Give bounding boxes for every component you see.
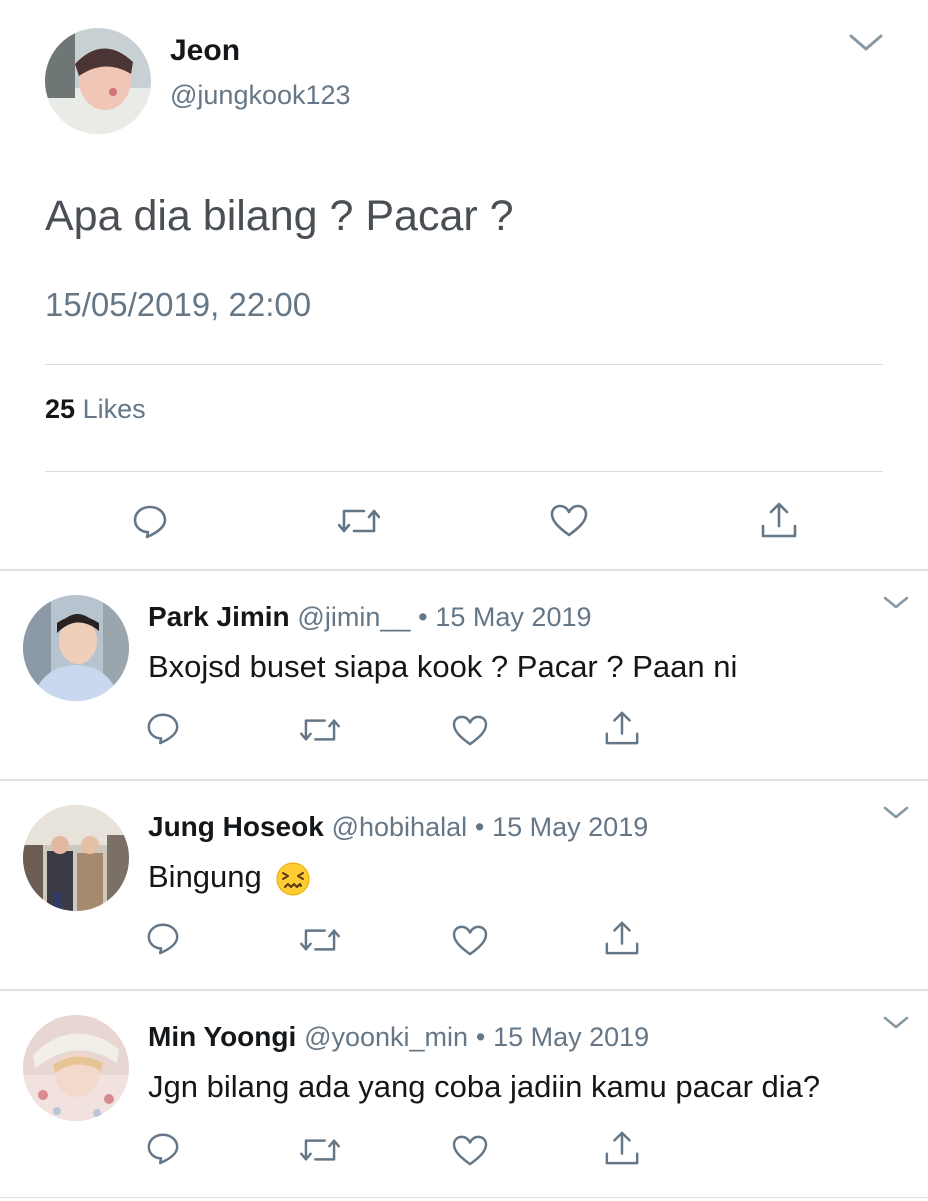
reply-handle[interactable]: @hobihalal <box>332 812 468 842</box>
reply-text: Bingung <box>148 859 262 894</box>
retweet-icon[interactable] <box>300 925 340 955</box>
likes-summary[interactable]: 25 Likes <box>45 394 146 425</box>
retweet-icon[interactable] <box>300 715 340 745</box>
avatar-jung-hoseok[interactable] <box>23 805 129 911</box>
tweet-text: Apa dia bilang ? Pacar ? <box>45 192 514 240</box>
meta-separator: • <box>418 602 428 632</box>
reply-date[interactable]: 15 May 2019 <box>435 602 591 632</box>
retweet-icon[interactable] <box>300 1135 340 1165</box>
chevron-down-icon[interactable] <box>882 805 910 821</box>
reply-item[interactable]: Jung Hoseok @hobihalal • 15 May 2019 Bin… <box>0 781 928 991</box>
avatar-jeon[interactable] <box>45 28 151 134</box>
reply-handle[interactable]: @yoonki_min <box>304 1022 468 1052</box>
retweet-icon[interactable] <box>338 505 380 537</box>
like-icon[interactable] <box>452 925 488 957</box>
divider <box>0 1197 928 1198</box>
author-handle[interactable]: @jungkook123 <box>170 80 351 111</box>
reply-date[interactable]: 15 May 2019 <box>492 812 648 842</box>
author-display-name[interactable]: Jeon <box>170 34 240 68</box>
chevron-down-icon[interactable] <box>882 595 910 611</box>
reply-item[interactable]: Min Yoongi @yoonki_min • 15 May 2019 Jgn… <box>0 991 928 1201</box>
avatar-park-jimin[interactable] <box>23 595 129 701</box>
avatar-min-yoongi[interactable] <box>23 1015 129 1121</box>
reply-display-name[interactable]: Jung Hoseok <box>148 811 324 842</box>
meta-separator: • <box>475 1022 486 1052</box>
likes-label: Likes <box>82 394 146 424</box>
meta-separator: • <box>474 812 485 842</box>
like-icon[interactable] <box>452 715 488 747</box>
reply-header: Jung Hoseok @hobihalal • 15 May 2019 <box>148 811 648 843</box>
reply-icon[interactable] <box>146 711 180 745</box>
divider <box>45 471 883 472</box>
reply-date[interactable]: 15 May 2019 <box>493 1022 649 1052</box>
reply-item[interactable]: Park Jimin @jimin__ • 15 May 2019 Bxojsd… <box>0 571 928 781</box>
reply-icon[interactable] <box>146 1131 180 1165</box>
reply-display-name[interactable]: Park Jimin <box>148 601 290 632</box>
confounded-face-emoji-icon <box>276 862 310 896</box>
reply-header: Min Yoongi @yoonki_min • 15 May 2019 <box>148 1021 649 1053</box>
reply-text: Jgn bilang ada yang coba jadiin kamu pac… <box>148 1069 821 1104</box>
share-icon[interactable] <box>604 709 640 747</box>
like-icon[interactable] <box>452 1135 488 1167</box>
like-icon[interactable] <box>550 504 588 538</box>
reply-display-name[interactable]: Min Yoongi <box>148 1021 296 1052</box>
share-icon[interactable] <box>604 1129 640 1167</box>
reply-icon[interactable] <box>146 921 180 955</box>
chevron-down-icon[interactable] <box>848 32 884 54</box>
tweet-timestamp[interactable]: 15/05/2019, 22:00 <box>45 286 311 324</box>
reply-icon[interactable] <box>132 503 168 539</box>
reply-handle[interactable]: @jimin__ <box>297 602 410 632</box>
reply-header: Park Jimin @jimin__ • 15 May 2019 <box>148 601 592 633</box>
reply-text-row: Bingung <box>148 859 310 896</box>
divider <box>45 364 883 365</box>
likes-count: 25 <box>45 394 76 424</box>
chevron-down-icon[interactable] <box>882 1015 910 1031</box>
reply-text: Bxojsd buset siapa kook ? Pacar ? Paan n… <box>148 649 738 684</box>
share-icon[interactable] <box>760 500 798 540</box>
share-icon[interactable] <box>604 919 640 957</box>
